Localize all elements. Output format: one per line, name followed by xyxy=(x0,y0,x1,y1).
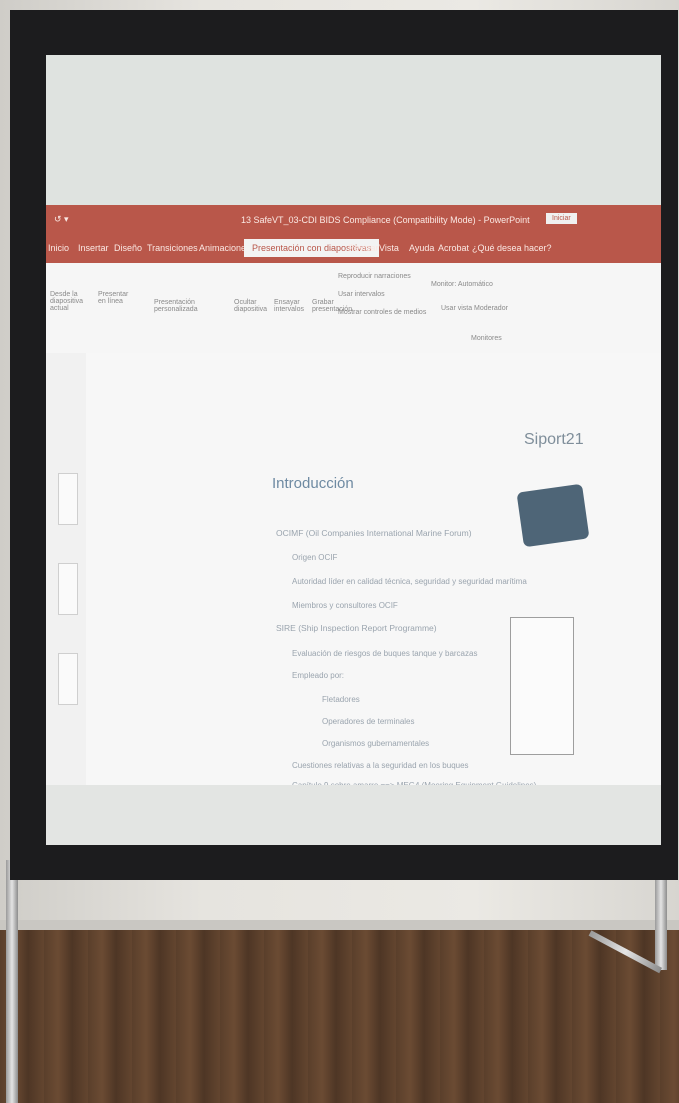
quick-access-toolbar[interactable]: ↺ ▾ xyxy=(54,214,69,225)
custom-show-button[interactable]: Presentación personalizada xyxy=(154,299,224,313)
window-title: 13 SafeVT_03-CDI BIDS Compliance (Compat… xyxy=(241,215,530,225)
tab-vista[interactable]: Vista xyxy=(379,243,399,253)
ribbon-panel: Desde la diapositiva actual Presentar en… xyxy=(46,263,661,353)
slide-sub-bullet: Fletadores xyxy=(322,695,360,704)
tab-insertar[interactable]: Insertar xyxy=(78,243,109,253)
slide-bullet: Cuestiones relativas a la seguridad en l… xyxy=(292,761,469,770)
slide-bullet: Empleado por: xyxy=(292,671,345,680)
screen-blank-top xyxy=(46,55,661,205)
tab-animaciones[interactable]: Animaciones xyxy=(199,243,251,253)
from-current-slide-button[interactable]: Desde la diapositiva actual xyxy=(50,291,86,312)
slide-thumbnails-pane xyxy=(46,353,86,785)
current-slide: Siport21 Introducción OCIMF (Oil Compani… xyxy=(86,353,661,790)
tell-me-search[interactable]: ¿Qué desea hacer? xyxy=(472,243,552,253)
tab-inicio[interactable]: Inicio xyxy=(48,243,69,253)
slide-bullet: Miembros y consultores OCIF xyxy=(292,601,398,610)
present-online-button[interactable]: Presentar en línea xyxy=(98,291,138,305)
tab-transiciones[interactable]: Transiciones xyxy=(147,243,198,253)
tab-diseno[interactable]: Diseño xyxy=(114,243,142,253)
play-narrations-checkbox[interactable]: Reproducir narraciones xyxy=(338,273,411,280)
tab-revisar[interactable]: Revisar xyxy=(348,243,379,253)
slide-bullet: Origen OCIF xyxy=(292,553,338,562)
siport21-logo: Siport21 xyxy=(524,431,584,448)
sire-document-image xyxy=(510,617,574,755)
hide-slide-button[interactable]: Ocultar diapositiva xyxy=(234,299,274,313)
slide-bullet-heading: OCIMF (Oil Companies International Marin… xyxy=(276,528,472,538)
projector-screen-frame: ↺ ▾ 13 SafeVT_03-CDI BIDS Compliance (Co… xyxy=(10,10,678,880)
monitor-select[interactable]: Monitor: Automático xyxy=(431,281,493,288)
wooden-floor xyxy=(0,930,679,1103)
monitors-group-label: Monitores xyxy=(471,335,502,342)
slide-bullet-heading: SIRE (Ship Inspection Report Programme) xyxy=(276,623,437,633)
ribbon-tabs: Inicio Insertar Diseño Transiciones Anim… xyxy=(46,235,661,263)
ocimf-card-image xyxy=(516,483,590,548)
tab-ayuda[interactable]: Ayuda xyxy=(409,243,434,253)
slide-sub-bullet: Organismos gubernamentales xyxy=(322,739,430,748)
show-media-controls-checkbox[interactable]: Mostrar controles de medios xyxy=(338,309,426,316)
slide-sub-bullet: Operadores de terminales xyxy=(322,717,415,726)
slide-thumbnail[interactable] xyxy=(58,473,78,525)
slide-thumbnail[interactable] xyxy=(58,653,78,705)
presenter-view-checkbox[interactable]: Usar vista Moderador xyxy=(441,305,508,312)
tab-acrobat[interactable]: Acrobat xyxy=(438,243,469,253)
projected-screen: ↺ ▾ 13 SafeVT_03-CDI BIDS Compliance (Co… xyxy=(46,55,661,845)
slide-title: Introducción xyxy=(272,475,354,492)
use-timings-checkbox[interactable]: Usar intervalos xyxy=(338,291,385,298)
slide-bullet: Autoridad líder en calidad técnica, segu… xyxy=(292,577,527,586)
sign-in-button[interactable]: Iniciar xyxy=(546,213,577,224)
slide-thumbnail[interactable] xyxy=(58,563,78,615)
stand-leg-left xyxy=(6,860,18,1103)
screen-blank-bottom xyxy=(46,785,661,845)
rehearse-timings-button[interactable]: Ensayar intervalos xyxy=(274,299,310,313)
window-titlebar: ↺ ▾ 13 SafeVT_03-CDI BIDS Compliance (Co… xyxy=(46,205,661,235)
slide-bullet: Evaluación de riesgos de buques tanque y… xyxy=(292,649,478,658)
